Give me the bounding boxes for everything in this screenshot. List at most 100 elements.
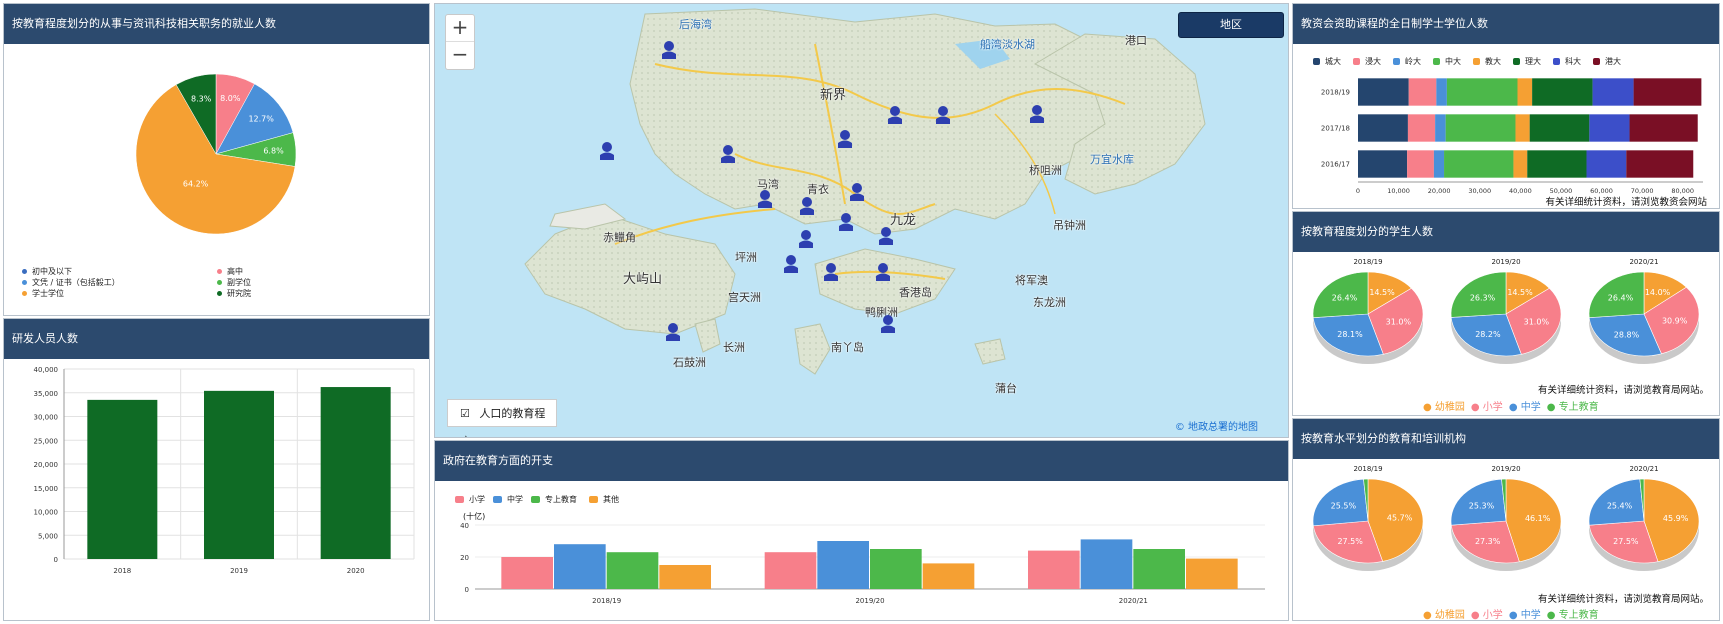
slice-label: 6.8% <box>263 147 284 156</box>
bar-segment <box>1407 114 1436 142</box>
ugc-note-link[interactable]: 有关详细统计资料，请浏览教资会网站 <box>1545 194 1707 208</box>
slice-label: 14.0% <box>1645 288 1671 297</box>
legend-item[interactable]: 副学位 <box>217 277 251 288</box>
zoom-out-button[interactable]: − <box>446 42 474 69</box>
legend-item[interactable]: ● 专上教育 <box>1547 606 1599 620</box>
map-view[interactable]: + − 地区 后海湾 船湾淡水湖 港口 新界 马湾 青衣 九龙 香港岛 赤鱲角 … <box>434 3 1289 438</box>
students-note-link[interactable]: 有关详细统计资料，请浏览教育局网站。 <box>1538 382 1709 396</box>
map-label: 万宜水库 <box>1090 153 1134 166</box>
map-label: 长洲 <box>723 341 745 354</box>
school-pin-icon[interactable] <box>887 105 903 125</box>
school-pin-icon[interactable] <box>798 229 814 249</box>
school-pin-icon[interactable] <box>720 144 736 164</box>
legend-label: 港大 <box>1605 57 1621 66</box>
legend-item[interactable]: ● 小学 <box>1471 606 1503 620</box>
legend-item[interactable]: 中大 <box>1433 56 1461 67</box>
x-tick-label: 10,000 <box>1387 187 1410 195</box>
pie-title: 2018/19 <box>1353 258 1382 266</box>
legend-item[interactable]: ● 中学 <box>1509 606 1541 620</box>
x-tick-label: 2018/19 <box>592 597 621 605</box>
bar <box>320 387 391 559</box>
y-tick-label: 5,000 <box>38 532 58 540</box>
bar-segment <box>1532 78 1593 106</box>
slice-label: 31.0% <box>1524 318 1550 327</box>
school-pin-icon[interactable] <box>838 212 854 232</box>
legend-item[interactable]: ● 幼稚园 <box>1423 398 1465 413</box>
legend-swatch <box>1393 58 1400 65</box>
school-pin-icon[interactable] <box>757 189 773 209</box>
school-pin-icon[interactable] <box>799 196 815 216</box>
pie-title: 2020/21 <box>1629 465 1658 473</box>
institutions-note-link[interactable]: 有关详细统计资料，请浏览教育局网站。 <box>1538 591 1709 605</box>
legend-item[interactable]: 教大 <box>1473 56 1501 67</box>
bar-segment <box>1589 114 1630 142</box>
school-pin-icon[interactable] <box>878 226 894 246</box>
bar-segment <box>1445 114 1516 142</box>
education-layer-toggle[interactable]: ☑ 人口的教育程度 <box>447 399 557 437</box>
school-pin-icon[interactable] <box>665 322 681 342</box>
x-tick-label: 2018 <box>113 567 131 575</box>
bar-segment <box>1626 150 1694 178</box>
slice-label: 28.1% <box>1337 330 1363 339</box>
school-pin-icon[interactable] <box>783 254 799 274</box>
y-tick-label: 15,000 <box>34 485 59 493</box>
bar <box>764 552 817 589</box>
legend-item[interactable]: 文凭 / 证书（包括毅工） <box>22 277 120 288</box>
map-attribution-link[interactable]: © 地政总署的地图 <box>1175 418 1258 433</box>
students-panel: 按教育程度划分的学生人数 2018/19 14.5% 31.0% 28.1% 26.4%… <box>1292 211 1720 416</box>
institutions-legend: ● 幼稚园 ● 小学 ● 中学 ● 专上教育 <box>1423 606 1605 620</box>
map-label: 石鼓洲 <box>673 356 706 369</box>
legend-item[interactable]: ● 幼稚园 <box>1423 606 1465 620</box>
panel-title: 教资会资助课程的全日制学士学位人数 <box>1293 4 1719 44</box>
legend-item[interactable]: 中学 <box>493 494 523 505</box>
legend-item[interactable]: 浸大 <box>1353 56 1381 67</box>
slice-label: 28.2% <box>1475 330 1501 339</box>
legend-item[interactable]: 港大 <box>1593 56 1621 67</box>
legend-swatch <box>1473 58 1480 65</box>
legend-item[interactable]: 岭大 <box>1393 56 1421 67</box>
legend-item[interactable]: ● 中学 <box>1509 398 1541 413</box>
students-pie-charts: 2018/19 14.5% 31.0% 28.1% 26.4% 2019/20 14.5% 3… <box>1312 258 1700 364</box>
spending-bar-chart: 0 20 40 2018/19 2019/20 2020/21 <box>460 522 1265 605</box>
zoom-in-button[interactable]: + <box>446 15 474 42</box>
bar-segment <box>1408 78 1437 106</box>
legend-label: 教大 <box>1485 57 1501 66</box>
map-label: 坪洲 <box>735 251 757 264</box>
legend-item[interactable]: 专上教育 <box>531 494 577 505</box>
legend-item[interactable]: ● 小学 <box>1471 398 1503 413</box>
legend-item[interactable]: 其他 <box>589 494 619 505</box>
bar-segment <box>1629 114 1698 142</box>
legend-item[interactable]: 科大 <box>1553 56 1581 67</box>
y-tick-label: 40,000 <box>34 366 59 374</box>
legend-item[interactable]: 研究院 <box>217 288 251 299</box>
bar-segment <box>1407 150 1434 178</box>
slice-label: 30.9% <box>1662 317 1688 326</box>
legend-item[interactable]: 小学 <box>455 494 485 505</box>
school-pin-icon[interactable] <box>875 262 891 282</box>
x-tick-label: 2020 <box>347 567 365 575</box>
school-pin-icon[interactable] <box>661 40 677 60</box>
bar <box>1186 558 1238 589</box>
school-pin-icon[interactable] <box>935 105 951 125</box>
institutions-panel: 按教育水平划分的教育和培训机构 2018/19 45.7% 27.5% 25.5% 20… <box>1292 418 1720 621</box>
map-label: 船湾淡水湖 <box>980 38 1035 51</box>
school-pin-icon[interactable] <box>880 314 896 334</box>
legend-item[interactable]: 高中 <box>217 266 243 277</box>
legend-item[interactable]: 初中及以下 <box>22 266 72 277</box>
bar <box>870 549 922 589</box>
school-pin-icon[interactable] <box>599 141 615 161</box>
pie-title: 2020/21 <box>1629 258 1658 266</box>
map-label: 吊钟洲 <box>1053 219 1086 232</box>
legend-item[interactable]: 学士学位 <box>22 288 64 299</box>
school-pin-icon[interactable] <box>837 129 853 149</box>
school-pin-icon[interactable] <box>823 262 839 282</box>
legend-item[interactable]: 城大 <box>1313 56 1341 67</box>
legend-swatch <box>1313 58 1320 65</box>
region-button[interactable]: 地区 <box>1178 12 1284 38</box>
school-pin-icon[interactable] <box>1029 104 1045 124</box>
legend-label: 中大 <box>1445 57 1461 66</box>
legend-item[interactable]: ● 专上教育 <box>1547 398 1599 413</box>
school-pin-icon[interactable] <box>849 182 865 202</box>
bar <box>606 552 659 589</box>
legend-item[interactable]: 理大 <box>1513 56 1541 67</box>
